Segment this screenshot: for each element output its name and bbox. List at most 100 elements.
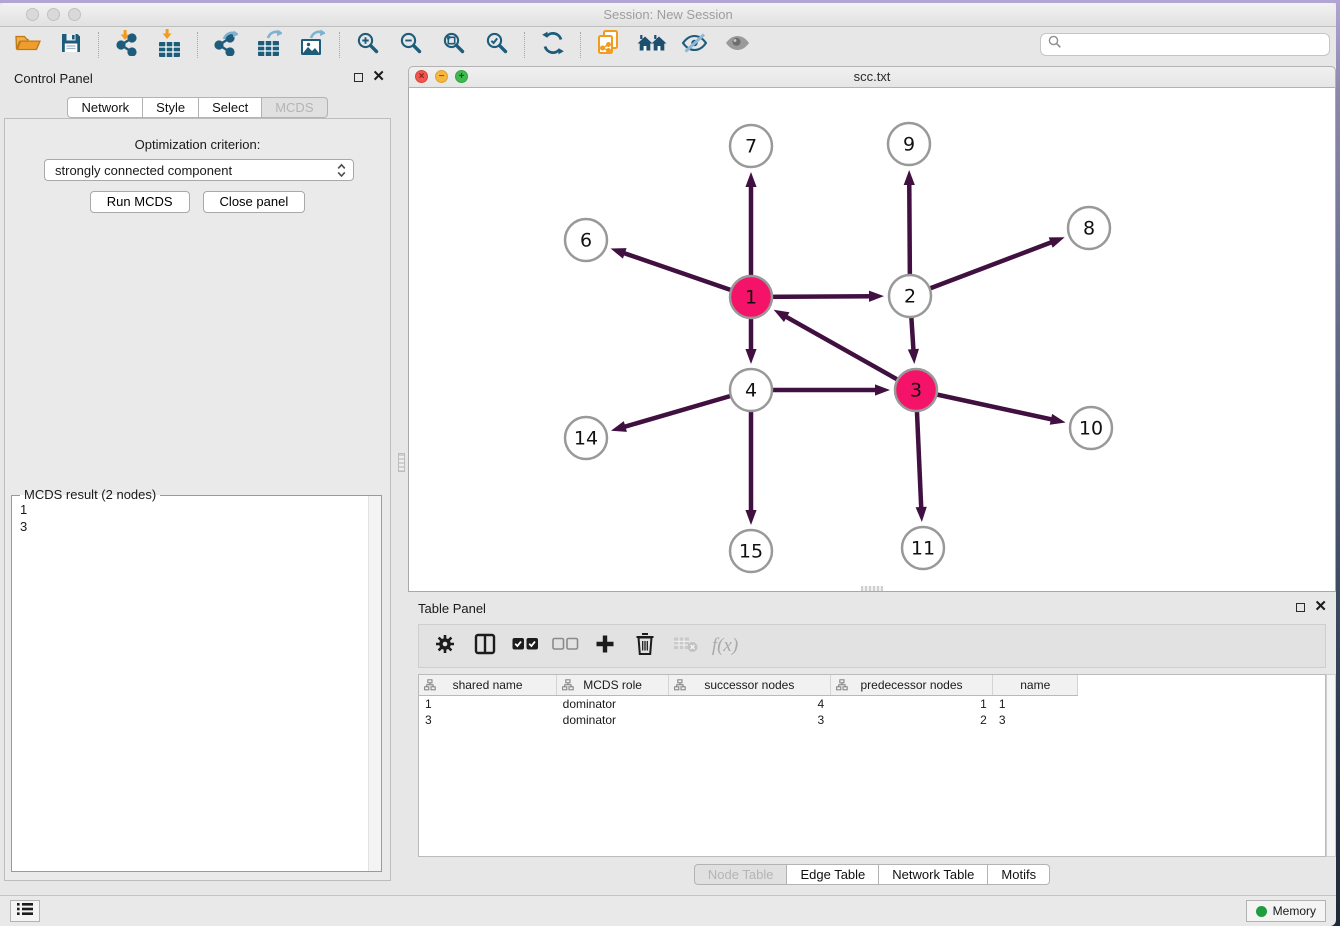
column-header[interactable]: predecessor nodes [830, 675, 993, 696]
save-session-icon [59, 31, 83, 60]
add-row-button[interactable] [592, 631, 618, 661]
tab-style[interactable]: Style [143, 97, 199, 118]
run-mcds-button[interactable]: Run MCDS [90, 191, 190, 213]
hide-graphics-icon [681, 31, 708, 60]
import-table-icon [157, 29, 182, 62]
app-titlebar: Session: New Session [0, 3, 1336, 27]
refresh-button[interactable] [531, 30, 574, 60]
import-table-button[interactable] [148, 30, 191, 60]
home-icon [637, 31, 667, 60]
toolbar-separator [524, 32, 525, 58]
open-session-button[interactable] [6, 30, 49, 60]
table-header-row: shared name MCDS role successor nodes pr… [419, 675, 1325, 696]
search-input[interactable] [1063, 35, 1329, 54]
select-stepper-icon [337, 163, 346, 181]
ndex-share-button[interactable] [587, 30, 630, 60]
edge-arrowhead [611, 421, 627, 432]
delete-row-button[interactable] [632, 631, 658, 661]
tab-node-table[interactable]: Node Table [694, 864, 788, 885]
node-label-14: 14 [574, 428, 598, 450]
column-header[interactable]: MCDS role [557, 675, 669, 696]
canvas-resize-grip[interactable] [861, 586, 883, 591]
edge-arrowhead [1050, 414, 1066, 425]
close-panel-icon[interactable]: ✕ [372, 72, 385, 82]
show-graphics-button[interactable] [716, 30, 759, 60]
memory-button[interactable]: Memory [1246, 900, 1326, 922]
delete-row-icon [634, 631, 656, 661]
tab-network-table[interactable]: Network Table [879, 864, 988, 885]
criterion-select[interactable]: strongly connected component [44, 159, 354, 181]
close-network-icon[interactable]: × [415, 70, 428, 83]
table-row[interactable]: 1dominator411 [419, 696, 1325, 712]
network-view-window: × − + scc.txt 7968124314101511 [408, 66, 1336, 592]
home-button[interactable] [630, 30, 673, 60]
node-label-3: 3 [910, 380, 922, 402]
node-label-6: 6 [580, 230, 592, 252]
panel-splitter[interactable] [395, 63, 408, 895]
node-label-8: 8 [1083, 218, 1095, 240]
select-all-icon [512, 637, 539, 656]
export-network-icon [213, 30, 238, 61]
select-all-button[interactable] [512, 631, 538, 661]
table-row[interactable]: 3dominator323 [419, 712, 1325, 728]
float-panel-icon[interactable] [354, 73, 363, 82]
zoom-in-button[interactable] [346, 30, 389, 60]
splitter-grip[interactable] [398, 453, 405, 472]
minimize-network-icon[interactable]: − [435, 70, 448, 83]
export-table-button[interactable] [247, 30, 290, 60]
edge-3-1[interactable] [782, 315, 916, 390]
import-network-button[interactable] [105, 30, 148, 60]
search-box [1040, 33, 1330, 56]
save-session-button[interactable] [49, 30, 92, 60]
function-button: f(x) [712, 631, 738, 661]
zoom-selected-button[interactable] [475, 30, 518, 60]
zoom-out-button[interactable] [389, 30, 432, 60]
node-table: shared name MCDS role successor nodes pr… [418, 674, 1326, 857]
edge-arrowhead [745, 510, 756, 525]
optimization-criterion-label: Optimization criterion: [5, 137, 390, 152]
table-scrollbar[interactable] [1326, 674, 1336, 857]
export-network-button[interactable] [204, 30, 247, 60]
tab-mcds[interactable]: MCDS [262, 97, 327, 118]
ndex-share-icon [595, 29, 622, 61]
column-header[interactable]: successor nodes [669, 675, 831, 696]
tab-edge-table[interactable]: Edge Table [787, 864, 879, 885]
close-table-panel-icon[interactable]: ✕ [1314, 602, 1327, 612]
maximize-network-icon[interactable]: + [455, 70, 468, 83]
deselect-all-button[interactable] [552, 631, 578, 661]
export-table-icon [256, 29, 282, 61]
network-canvas[interactable]: 7968124314101511 [408, 88, 1336, 592]
node-label-4: 4 [745, 380, 757, 402]
mcds-result-text[interactable]: 1 3 [20, 501, 27, 535]
table-tabs: Node TableEdge TableNetwork TableMotifs [408, 864, 1336, 885]
tab-select[interactable]: Select [199, 97, 262, 118]
node-label-7: 7 [745, 136, 757, 158]
hide-graphics-button[interactable] [673, 30, 716, 60]
gear-button[interactable] [432, 631, 458, 661]
column-header[interactable]: shared name [419, 675, 557, 696]
memory-status-icon [1256, 906, 1267, 917]
close-panel-button[interactable]: Close panel [203, 191, 306, 213]
table-panel-title: Table Panel [418, 601, 486, 616]
tab-motifs[interactable]: Motifs [988, 864, 1050, 885]
zoom-fit-button[interactable] [432, 30, 475, 60]
edge-2-8[interactable] [910, 241, 1055, 296]
zoom-in-icon [355, 30, 381, 61]
edge-arrowhead [869, 291, 884, 302]
result-scrollbar[interactable] [368, 496, 381, 871]
toolbar-separator [580, 32, 581, 58]
column-tree-icon [836, 679, 848, 694]
float-table-panel-icon[interactable] [1296, 603, 1305, 612]
control-panel-title: Control Panel [14, 71, 93, 86]
add-row-icon [594, 633, 616, 660]
split-panel-button[interactable] [472, 631, 498, 661]
column-header[interactable]: name [993, 675, 1078, 696]
network-graph: 7968124314101511 [409, 88, 1335, 590]
task-history-button[interactable] [10, 900, 40, 922]
node-label-10: 10 [1079, 418, 1103, 440]
list-icon [16, 902, 34, 921]
tab-network[interactable]: Network [67, 97, 143, 118]
delete-table-button [672, 631, 698, 661]
export-image-button[interactable] [290, 30, 333, 60]
network-window-titlebar[interactable]: × − + scc.txt [408, 66, 1336, 88]
